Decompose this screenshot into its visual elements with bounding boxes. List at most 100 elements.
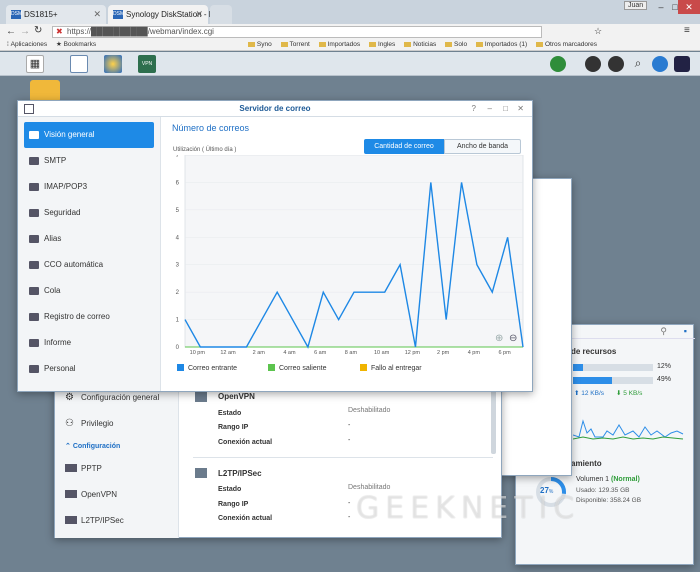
- nav-item-8[interactable]: Informe: [24, 330, 154, 356]
- extension-icon[interactable]: ☆: [594, 26, 602, 37]
- security-icon: [29, 209, 39, 217]
- nav-item-6[interactable]: Cola: [24, 278, 154, 304]
- forward-icon[interactable]: →: [20, 26, 30, 37]
- notifications-icon[interactable]: [608, 56, 624, 72]
- url-text: https://██████████/webman/index.cgi: [67, 27, 214, 36]
- desktop-options-icon[interactable]: [674, 56, 690, 72]
- widgets-icon[interactable]: [652, 56, 668, 72]
- l2tp-conn-label: Conexión actual: [218, 515, 273, 522]
- cpu-bar: [573, 364, 653, 371]
- bookmark-torrent[interactable]: Torrent: [280, 40, 310, 50]
- tab-title: DS1815+: [24, 10, 58, 19]
- nav-item-0[interactable]: Visión general: [24, 122, 154, 148]
- mail-usage-chart: 0 1 2 3 4 5 6 7 10 pm 12 am 2 am 4 am 6 am 8 am 10 am 1…: [176, 155, 524, 356]
- ram-value: 49%: [657, 376, 672, 383]
- mail-nav-list: Visión general SMTP IMAP/POP3 Seguridad Alia…: [18, 117, 160, 382]
- nav-item-5[interactable]: CCO automática: [24, 252, 154, 278]
- vpn-nav-pptp[interactable]: PPTP: [81, 464, 102, 473]
- y-tick-label: 1: [176, 318, 180, 324]
- tab-ds1815[interactable]: DSM DS1815+ ✕: [6, 5, 106, 24]
- nav-item-label: Seguridad: [44, 208, 81, 217]
- minimize-window-icon[interactable]: –: [488, 101, 492, 117]
- bookmark-solo[interactable]: Solo: [445, 40, 467, 50]
- url-input[interactable]: ✖ https://██████████/webman/index.cgi: [52, 26, 542, 38]
- vpn-nav-openvpn[interactable]: OpenVPN: [81, 490, 117, 499]
- close-window-icon[interactable]: ✕: [678, 0, 700, 14]
- vpn-nav-l2tp[interactable]: L2TP/IPSec: [81, 516, 124, 525]
- nav-item-4[interactable]: Alias: [24, 226, 154, 252]
- folder-icon: [247, 42, 255, 47]
- bookmark-bookmarks[interactable]: ★ Bookmarks: [56, 40, 96, 50]
- bookmark-otros[interactable]: Otros marcadores: [535, 40, 597, 50]
- upload-rate: ⬆ 12 KB/s: [574, 390, 605, 397]
- nav-item-1[interactable]: SMTP: [24, 148, 154, 174]
- l2tp-block-icon: [195, 468, 207, 478]
- bookmark-noticias[interactable]: Noticias: [404, 40, 436, 50]
- l2tp-conn-value: -: [348, 514, 351, 521]
- profile-badge[interactable]: Juan: [624, 1, 648, 10]
- nav-item-label: Cola: [44, 286, 61, 295]
- nav-item-2[interactable]: IMAP/POP3: [24, 174, 154, 200]
- l2tp-status-label: Estado: [218, 486, 242, 493]
- vpn-nav-privilege[interactable]: Privilegio: [81, 419, 113, 428]
- bookmark-importados[interactable]: Importados: [318, 40, 360, 50]
- download-rate: ⬇ 5 KB/s: [616, 390, 643, 397]
- bandwidth-toggle[interactable]: Ancho de banda: [444, 139, 521, 154]
- zoom-in-icon[interactable]: ⊕: [495, 333, 503, 344]
- volume-status: (Normal): [611, 476, 640, 483]
- plot-area: [184, 155, 524, 348]
- mail-count-toggle[interactable]: Cantidad de correo: [364, 139, 444, 154]
- nav-item-7[interactable]: Registro de correo: [24, 304, 154, 330]
- back-icon[interactable]: ←: [6, 26, 16, 37]
- y-tick-label: 2: [176, 290, 180, 296]
- browser-tabstrip: DSM DS1815+ ✕ DSM Synology DiskStation -…: [0, 0, 700, 24]
- sync-status-icon[interactable]: [550, 56, 566, 72]
- folder-icon: [368, 42, 376, 47]
- vpn-nav-general[interactable]: Configuración general: [81, 393, 159, 402]
- zoom-out-icon[interactable]: ⊖: [509, 333, 517, 344]
- menu-icon[interactable]: ≡: [684, 25, 690, 36]
- user-icon[interactable]: [585, 56, 601, 72]
- widget-settings-icon[interactable]: ▪: [684, 326, 687, 336]
- bookmark-ingles[interactable]: Ingles: [368, 40, 395, 50]
- openvpn-block-icon: [195, 392, 207, 402]
- report-icon: [29, 339, 39, 347]
- bookmark-syno[interactable]: Syno: [247, 40, 272, 50]
- y-tick-label: 0: [176, 345, 180, 351]
- vpn-server-taskbar-icon[interactable]: VPN: [138, 55, 156, 73]
- openvpn-range-label: Rango IP: [218, 424, 249, 431]
- bookmark-apps[interactable]: ⁞ Aplicaciones: [7, 40, 47, 50]
- openvpn-range-value: -: [348, 422, 351, 429]
- search-icon[interactable]: ⌕: [630, 56, 646, 72]
- tab-synology[interactable]: DSM Synology DiskStation - DS ✕: [108, 5, 220, 24]
- x-tick-label: 4 pm: [468, 350, 481, 356]
- x-tick-label: 12 pm: [405, 350, 421, 356]
- x-tick-label: 6 am: [314, 350, 327, 356]
- nav-item-3[interactable]: Seguridad: [24, 200, 154, 226]
- nav-item-9[interactable]: Personal: [24, 356, 154, 382]
- nav-item-label: Personal: [44, 364, 76, 373]
- pin-icon[interactable]: ⚲: [660, 326, 667, 337]
- close-tab-icon[interactable]: ✕: [93, 9, 101, 20]
- openvpn-block-title: OpenVPN: [218, 392, 255, 401]
- main-menu-icon[interactable]: ▦: [26, 55, 44, 73]
- nav-item-label: CCO automática: [44, 260, 104, 269]
- openvpn-conn-value: -: [348, 437, 351, 444]
- resource-monitor-taskbar-icon[interactable]: [104, 55, 122, 73]
- alias-icon: [29, 235, 39, 243]
- ram-bar-fill: [573, 377, 613, 384]
- cpu-bar-fill: [573, 364, 583, 371]
- bookmark-importados-1[interactable]: Importados (1): [475, 40, 527, 50]
- y-tick-label: 5: [176, 208, 180, 214]
- close-window-icon[interactable]: ✕: [517, 101, 524, 117]
- new-tab-button[interactable]: [210, 5, 232, 24]
- help-icon[interactable]: ?: [472, 101, 476, 117]
- close-tab-icon[interactable]: ✕: [195, 9, 203, 20]
- desktop-app-icon[interactable]: [30, 80, 60, 102]
- reload-icon[interactable]: ↻: [34, 25, 42, 36]
- insecure-lock-icon: ✖: [56, 27, 63, 36]
- legend-incoming: Correo entrante: [177, 364, 237, 372]
- maximize-window-icon[interactable]: □: [503, 101, 508, 117]
- mail-server-taskbar-icon[interactable]: [70, 55, 88, 73]
- nav-item-label: Registro de correo: [44, 312, 110, 321]
